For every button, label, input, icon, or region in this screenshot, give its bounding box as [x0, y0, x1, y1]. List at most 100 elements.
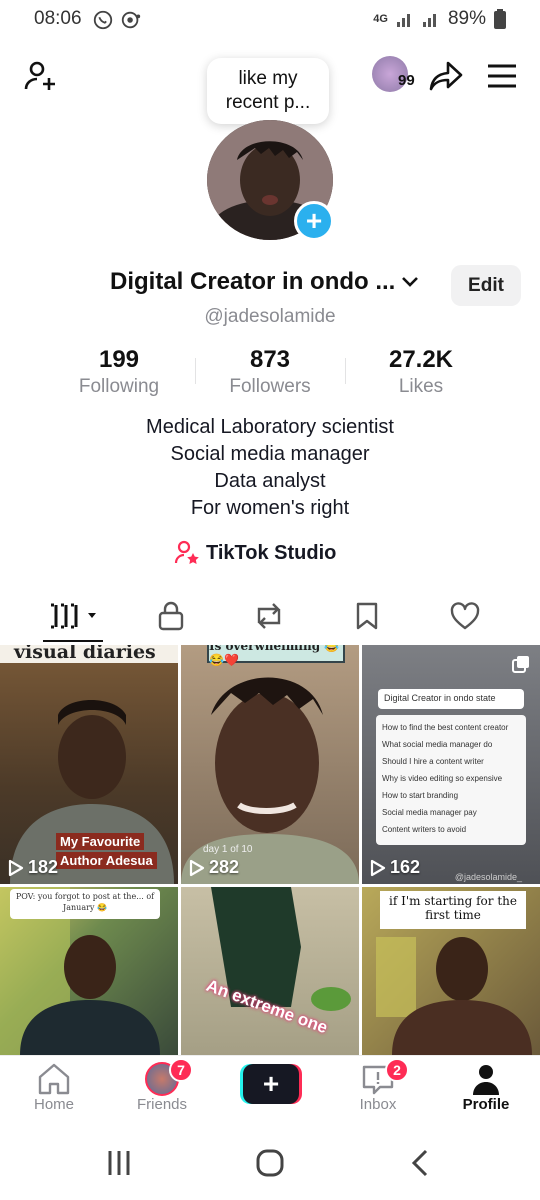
status-right-group: 4G 89% — [373, 8, 506, 30]
back-icon[interactable] — [406, 1148, 436, 1178]
suggestion-item: How to find the best content creator — [382, 723, 509, 732]
likes-label: Likes — [398, 376, 444, 397]
friends-activity-button[interactable]: 99 — [372, 56, 420, 94]
nav-home[interactable]: Home — [9, 1062, 99, 1113]
stat-likes[interactable]: 27.2K Likes — [351, 345, 491, 399]
bottom-navigation: Home Friends 7 + Inbox 2 Profile — [0, 1055, 540, 1125]
bio-line: Data analyst — [214, 470, 326, 492]
video-caption-mid: My Favourite — [56, 833, 145, 850]
videos-grid-icon — [51, 603, 96, 629]
active-tab-indicator — [43, 640, 103, 642]
tab-private[interactable] — [141, 596, 201, 636]
signal-icon-2 — [422, 14, 436, 27]
stat-divider — [345, 358, 346, 384]
studio-icon — [174, 540, 199, 564]
signal-icon — [396, 14, 410, 27]
status-bar: 08:06 4G 89% — [0, 0, 540, 40]
bio-line: For women's right — [190, 497, 350, 519]
likes-count: 27.2K — [388, 346, 454, 373]
chevron-down-icon — [402, 277, 419, 287]
video-caption-top: if I'm starting for the first time — [380, 891, 526, 929]
inbox-badge: 2 — [385, 1058, 409, 1082]
video-caption-small: day 1 of 10 — [203, 844, 253, 855]
recent-apps-icon[interactable] — [104, 1148, 134, 1178]
view-count: 282 — [189, 857, 239, 878]
suggestion-item: Social media manager pay — [382, 808, 477, 817]
repost-icon — [257, 603, 281, 629]
edit-profile-button[interactable]: Edit — [451, 265, 521, 306]
stat-followers[interactable]: 873 Followers — [200, 345, 340, 399]
tab-reposts[interactable] — [239, 596, 299, 636]
play-icon — [370, 859, 386, 876]
followers-count: 873 — [249, 346, 291, 373]
tab-liked[interactable] — [435, 596, 495, 636]
add-friend-icon — [24, 61, 55, 90]
add-story-button[interactable]: + — [294, 201, 334, 241]
tiktok-studio-link[interactable]: TikTok Studio — [174, 540, 336, 566]
nav-profile[interactable]: Profile — [441, 1062, 531, 1113]
status-note-bubble[interactable]: like my recent p... — [207, 58, 329, 124]
profile-name-row[interactable]: Digital Creator in ondo ... — [110, 268, 421, 296]
video-caption-top: Is overwhelming 😂😂❤️ — [207, 645, 345, 667]
bio-line: Medical Laboratory scientist — [146, 416, 394, 438]
suggestion-item: Why is video editing so expensive — [382, 774, 503, 783]
whatsapp-icon — [93, 10, 113, 30]
share-icon — [429, 61, 463, 91]
view-count-value: 182 — [28, 857, 59, 877]
friends-badge: 7 — [169, 1058, 193, 1082]
system-navigation-bar — [0, 1128, 540, 1200]
studio-label: TikTok Studio — [206, 541, 337, 564]
friend-badge-count: 99 — [398, 72, 415, 89]
camera-notification-icon — [121, 11, 141, 29]
thumbnail-image — [211, 887, 351, 1011]
profile-handle: @jadesolamide — [204, 306, 336, 327]
video-thumbnail[interactable]: An extreme one — [181, 887, 359, 1055]
video-caption-top: POV: you forgot to post at the... of Jan… — [10, 889, 160, 919]
view-count: 182 — [8, 857, 58, 878]
bio-line: Social media manager — [170, 443, 370, 465]
add-friend-button[interactable] — [20, 56, 60, 96]
suggestion-item: What social media manager do — [382, 740, 493, 749]
video-thumbnail[interactable]: if I'm starting for the first time — [362, 887, 540, 1055]
nav-profile-label: Profile — [462, 1096, 510, 1113]
battery-icon — [494, 9, 506, 29]
battery-percent: 89% — [447, 8, 486, 29]
view-count-value: 162 — [390, 857, 421, 877]
home-button-icon[interactable] — [255, 1148, 285, 1178]
video-thumbnail[interactable]: Is overwhelming 😂😂❤️ day 1 of 10 282 — [181, 645, 359, 884]
profile-name: Digital Creator in ondo ... — [110, 268, 396, 295]
video-caption-top: visual diaries — [14, 645, 156, 663]
nav-inbox-label: Inbox — [359, 1096, 397, 1113]
heart-icon — [450, 602, 480, 630]
nav-inbox[interactable]: Inbox 2 — [333, 1058, 423, 1113]
nav-create[interactable]: + — [225, 1064, 315, 1104]
network-type: 4G — [373, 13, 388, 25]
multi-image-icon — [512, 656, 529, 673]
status-time: 08:06 — [34, 8, 82, 29]
search-bar-image: Digital Creator in ondo state — [378, 689, 524, 709]
nav-friends-label: Friends — [136, 1096, 188, 1113]
share-button[interactable] — [426, 56, 466, 96]
tab-videos[interactable] — [43, 596, 103, 636]
video-thumbnail[interactable]: POV: you forgot to post at the... of Jan… — [0, 887, 178, 1055]
video-thumbnail[interactable]: Digital Creator in ondo state How to fin… — [362, 645, 540, 884]
profile-bio: Medical Laboratory scientist Social medi… — [0, 414, 540, 522]
following-count: 199 — [98, 346, 140, 373]
watermark: @jadesolamide_ — [454, 872, 522, 882]
video-thumbnail[interactable]: visual diaries My Favourite Author Adesu… — [0, 645, 178, 884]
stat-divider — [195, 358, 196, 384]
play-icon — [8, 859, 24, 876]
status-notification-icons — [92, 9, 142, 31]
suggestion-item: Content writers to avoid — [382, 825, 467, 834]
tab-favorites[interactable] — [337, 596, 397, 636]
view-count: 162 — [370, 857, 420, 878]
view-count-value: 282 — [209, 857, 240, 877]
video-caption-bottom: Author Adesua — [56, 852, 157, 869]
plus-icon: + — [243, 1064, 299, 1104]
tiktok-profile-screen: 08:06 4G 89% like my recent p... 99 + Di… — [0, 0, 540, 1200]
search-suggestions: How to find the best content creator Wha… — [376, 715, 526, 845]
nav-friends[interactable]: Friends 7 — [117, 1058, 207, 1113]
menu-button[interactable] — [482, 56, 522, 96]
profile-icon — [473, 1065, 499, 1095]
stat-following[interactable]: 199 Following — [49, 345, 189, 399]
